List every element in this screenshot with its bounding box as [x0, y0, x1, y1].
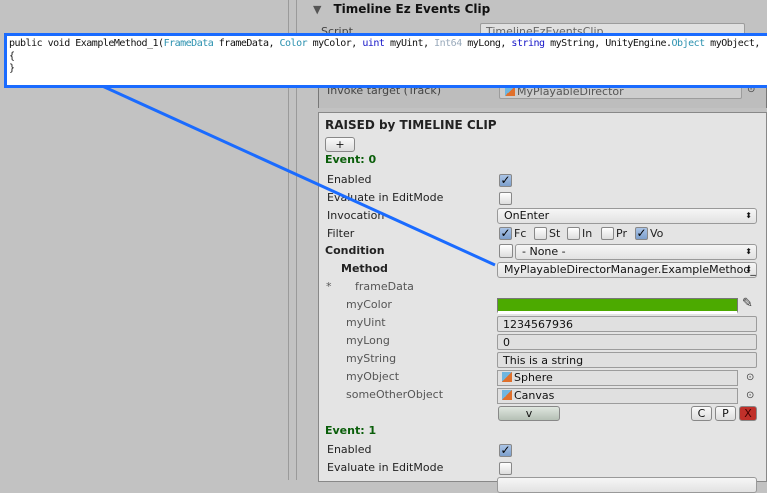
code-token: myString, UnityEngine.	[544, 38, 672, 49]
code-token: Int64	[434, 38, 462, 49]
code-token: Object	[671, 38, 706, 49]
code-token: myLong,	[461, 38, 512, 49]
code-line: public void ExampleMethod_1(FrameData fr…	[9, 38, 760, 49]
code-callout: public void ExampleMethod_1(FrameData fr…	[4, 33, 767, 88]
code-token: public void ExampleMethod_1(	[9, 38, 164, 49]
code-token: FrameData	[163, 38, 214, 49]
code-line: {	[9, 50, 15, 62]
code-token: myUint,	[384, 38, 435, 49]
code-token: myColor,	[307, 38, 363, 49]
code-token: myObject,	[704, 38, 760, 49]
code-token: frameData,	[213, 38, 280, 49]
code-line: }	[9, 63, 15, 74]
code-token: uint	[362, 38, 385, 49]
code-token: string	[511, 38, 545, 49]
code-token: Color	[279, 38, 308, 49]
